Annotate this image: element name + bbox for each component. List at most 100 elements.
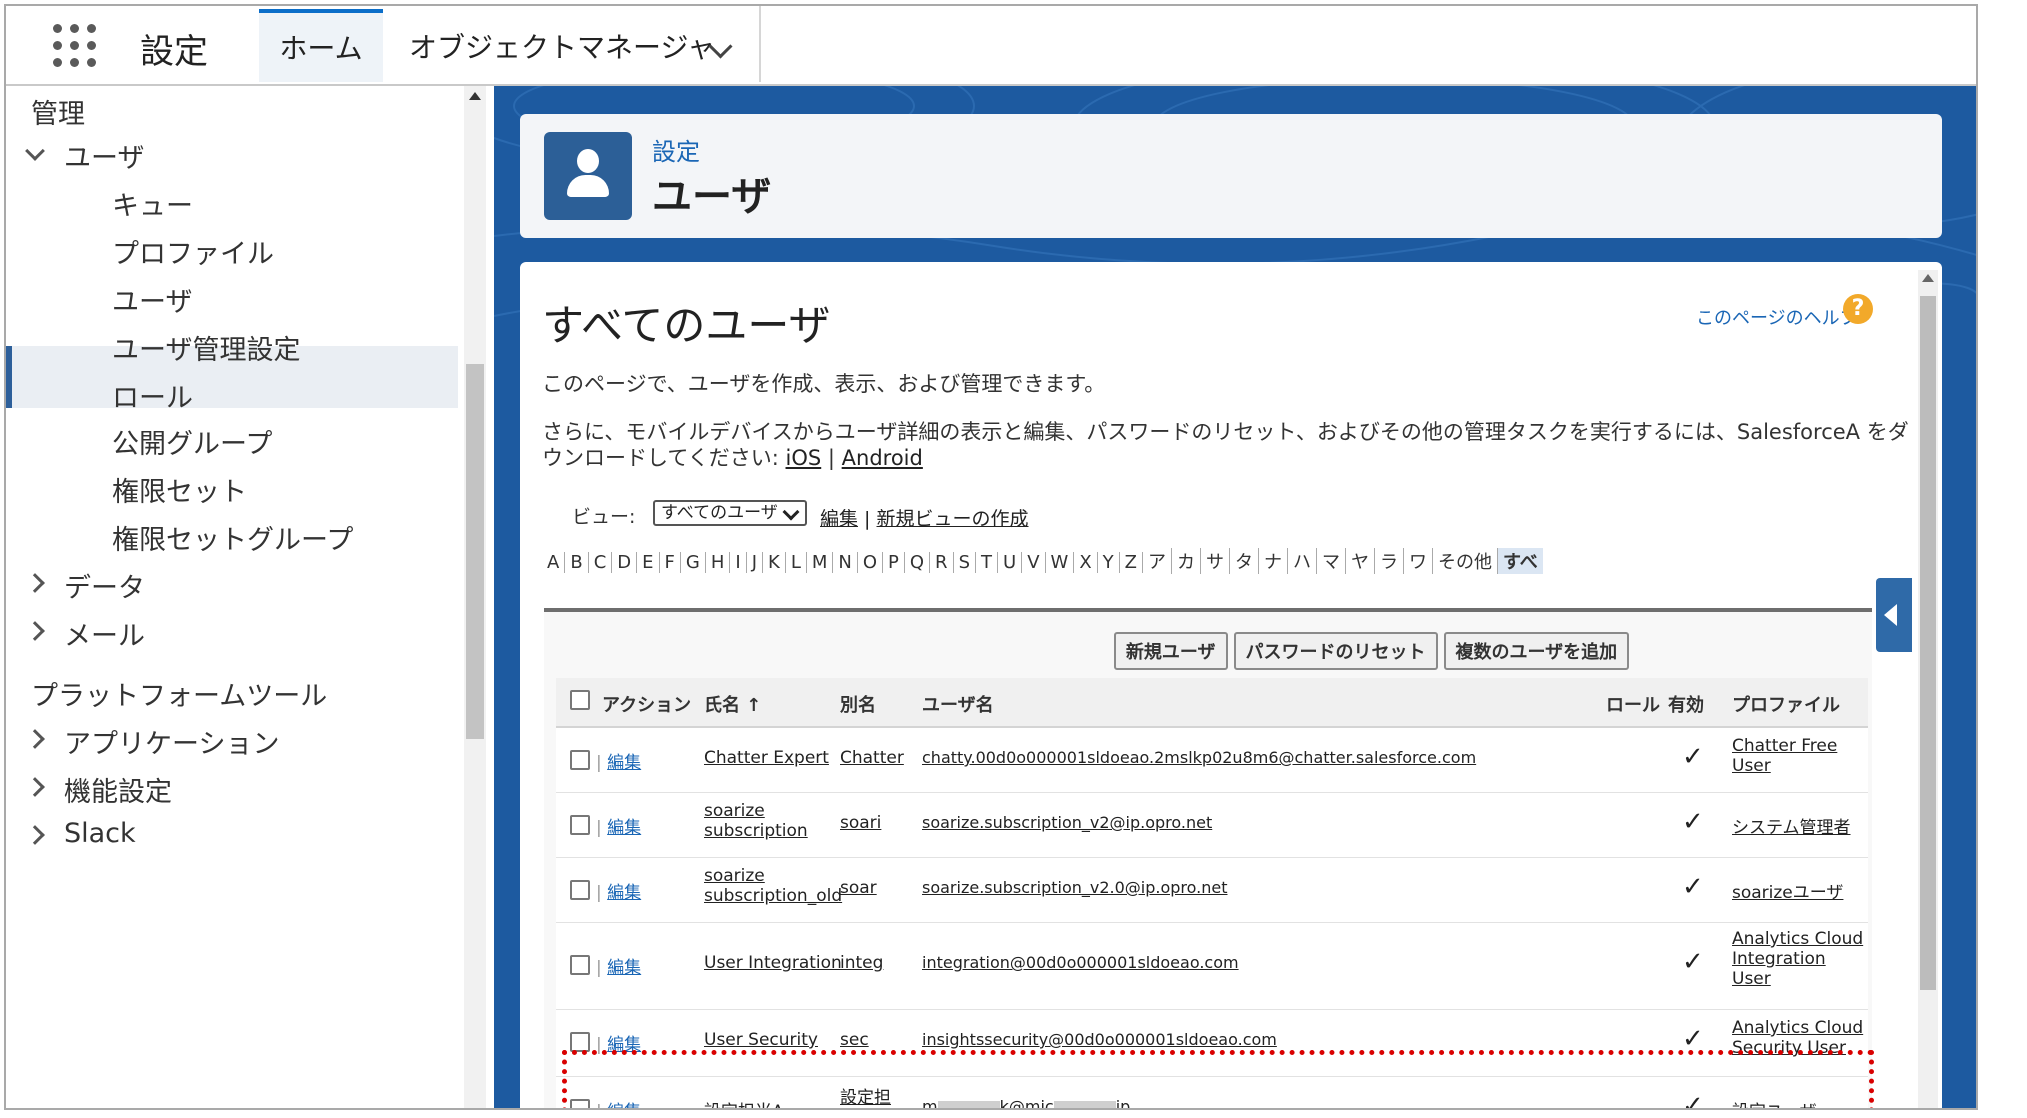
tab-object-manager[interactable]: オブジェクトマネージャ xyxy=(389,6,761,82)
alpha-filter-item[interactable]: M xyxy=(807,552,834,573)
chevron-right-icon[interactable] xyxy=(25,777,45,797)
row-username[interactable]: chatty.00d0o000001sldoeao.2mslkp02u8m6@c… xyxy=(922,748,1476,767)
row-username[interactable]: soarize.subscription_v2@ip.opro.net xyxy=(922,813,1212,832)
row-name[interactable]: soarize subscription_old xyxy=(704,866,842,906)
row-alias[interactable]: Chatter xyxy=(840,748,904,768)
alpha-filter-item[interactable]: T xyxy=(976,552,998,573)
row-edit-link[interactable]: 編集 xyxy=(607,1102,641,1108)
alpha-filter-item[interactable]: O xyxy=(858,552,884,573)
row-checkbox[interactable] xyxy=(570,955,590,975)
alpha-filter-item[interactable]: サ xyxy=(1201,548,1231,574)
sidebar-group-apps[interactable]: アプリケーション xyxy=(64,722,279,761)
sidebar-group-features[interactable]: 機能設定 xyxy=(64,770,172,809)
help-icon[interactable]: ? xyxy=(1843,294,1873,324)
sidebar-item-role[interactable]: ロール xyxy=(112,376,193,415)
row-profile[interactable]: Analytics Cloud Integration User xyxy=(1732,929,1868,989)
row-profile[interactable]: システム管理者 xyxy=(1732,813,1851,838)
row-edit-link[interactable]: 編集 xyxy=(607,1035,641,1055)
row-username[interactable]: insightssecurity@00d0o000001sldoeao.com xyxy=(922,1030,1277,1049)
alpha-filter-item[interactable]: ア xyxy=(1143,548,1173,574)
alpha-filter-item[interactable]: Z xyxy=(1120,552,1144,573)
col-profile[interactable]: プロファイル xyxy=(1732,691,1840,717)
alpha-filter-item[interactable]: マ xyxy=(1317,548,1347,574)
alpha-filter-item[interactable]: H xyxy=(706,552,731,573)
alpha-filter-item[interactable]: R xyxy=(930,552,954,573)
android-link[interactable]: Android xyxy=(842,446,923,470)
scroll-up-icon[interactable] xyxy=(469,92,481,100)
sidebar-item-permission-set-groups[interactable]: 権限セットグループ xyxy=(112,518,353,557)
row-checkbox[interactable] xyxy=(570,750,590,770)
sidebar-group-slack[interactable]: Slack xyxy=(64,818,136,849)
alpha-filter-all[interactable]: すべ xyxy=(1498,548,1543,574)
app-launcher-icon[interactable] xyxy=(53,24,97,68)
row-profile[interactable]: Analytics Cloud Security User xyxy=(1732,1018,1868,1058)
chevron-right-icon[interactable] xyxy=(25,729,45,749)
row-alias[interactable]: integ xyxy=(840,953,883,973)
alpha-filter-item[interactable]: A xyxy=(542,552,566,573)
alpha-filter-item[interactable]: B xyxy=(565,552,589,573)
row-username[interactable]: soarize.subscription_v2.0@ip.opro.net xyxy=(922,878,1228,897)
alpha-filter-item[interactable]: Q xyxy=(905,552,931,573)
row-checkbox[interactable] xyxy=(570,1099,590,1108)
help-link[interactable]: このページのヘルプ xyxy=(1696,304,1858,330)
alpha-filter-item[interactable]: C xyxy=(589,552,613,573)
alpha-filter-item[interactable]: X xyxy=(1074,552,1098,573)
alpha-filter-item[interactable]: V xyxy=(1022,552,1046,573)
alpha-filter-item[interactable]: N xyxy=(833,552,858,573)
row-name[interactable]: 設定担当A xyxy=(704,1097,784,1108)
sidebar-item-permission-sets[interactable]: 権限セット xyxy=(112,470,247,509)
alpha-filter-item[interactable]: D xyxy=(612,552,638,573)
tab-home[interactable]: ホーム xyxy=(259,9,383,82)
sidebar-item-queue[interactable]: キュー xyxy=(112,184,193,223)
row-edit-link[interactable]: 編集 xyxy=(607,883,641,903)
chevron-down-icon[interactable] xyxy=(25,141,45,161)
row-alias[interactable]: soar xyxy=(840,878,877,898)
row-alias[interactable]: soari xyxy=(840,813,881,833)
collapse-panel-button[interactable] xyxy=(1876,578,1912,652)
reset-password-button[interactable]: パスワードのリセット xyxy=(1233,632,1438,670)
row-edit-link[interactable]: 編集 xyxy=(607,958,641,978)
col-active[interactable]: 有効 xyxy=(1668,691,1704,717)
alpha-filter-item[interactable]: ワ xyxy=(1404,548,1434,574)
add-multiple-users-button[interactable]: 複数のユーザを追加 xyxy=(1443,632,1630,670)
alpha-filter-item[interactable]: P xyxy=(883,552,905,573)
col-name[interactable]: 氏名 ↑ xyxy=(704,691,761,717)
chevron-right-icon[interactable] xyxy=(25,825,45,845)
new-user-button[interactable]: 新規ユーザ xyxy=(1113,632,1228,670)
alpha-filter-item[interactable]: ナ xyxy=(1259,548,1289,574)
alpha-filter-item[interactable]: G xyxy=(681,552,706,573)
chevron-right-icon[interactable] xyxy=(25,573,45,593)
col-username[interactable]: ユーザ名 xyxy=(922,691,994,717)
row-checkbox[interactable] xyxy=(570,1032,590,1052)
row-checkbox[interactable] xyxy=(570,815,590,835)
alpha-filter-item[interactable]: その他 xyxy=(1433,548,1499,574)
row-name[interactable]: Chatter Expert xyxy=(704,748,829,768)
alpha-filter-item[interactable]: J xyxy=(747,552,763,573)
alpha-filter-item[interactable]: W xyxy=(1046,552,1075,573)
sidebar-item-user[interactable]: ユーザ xyxy=(112,280,192,319)
alpha-filter-item[interactable]: ヤ xyxy=(1346,548,1376,574)
sidebar-item-user-management[interactable]: ユーザ管理設定 xyxy=(112,328,300,367)
row-name[interactable]: User Integration xyxy=(704,953,842,973)
row-alias[interactable]: 設定担当 xyxy=(840,1083,900,1108)
sidebar-group-mail[interactable]: メール xyxy=(64,614,145,653)
row-profile[interactable]: Chatter Free User xyxy=(1732,736,1862,776)
row-username[interactable]: integration@00d0o000001sldoeao.com xyxy=(922,953,1239,972)
chevron-right-icon[interactable] xyxy=(25,621,45,641)
alpha-filter-item[interactable]: E xyxy=(637,552,660,573)
alpha-filter-item[interactable]: カ xyxy=(1172,548,1202,574)
row-username[interactable]: m k@mic jp xyxy=(922,1097,1130,1108)
col-alias[interactable]: 別名 xyxy=(840,691,876,717)
row-edit-link[interactable]: 編集 xyxy=(607,818,641,838)
alpha-filter-item[interactable]: Y xyxy=(1098,552,1120,573)
sidebar-item-public-groups[interactable]: 公開グループ xyxy=(112,422,272,461)
alpha-filter-item[interactable]: K xyxy=(763,552,786,573)
row-checkbox[interactable] xyxy=(570,880,590,900)
sidebar-scroll-thumb[interactable] xyxy=(466,364,484,739)
col-role[interactable]: ロール xyxy=(1606,691,1660,717)
alpha-filter-item[interactable]: F xyxy=(660,552,681,573)
row-name[interactable]: User Security xyxy=(704,1030,818,1050)
sidebar-group-user[interactable]: ユーザ xyxy=(64,136,144,175)
row-name[interactable]: soarize subscription xyxy=(704,801,824,841)
alpha-filter-item[interactable]: タ xyxy=(1230,548,1260,574)
